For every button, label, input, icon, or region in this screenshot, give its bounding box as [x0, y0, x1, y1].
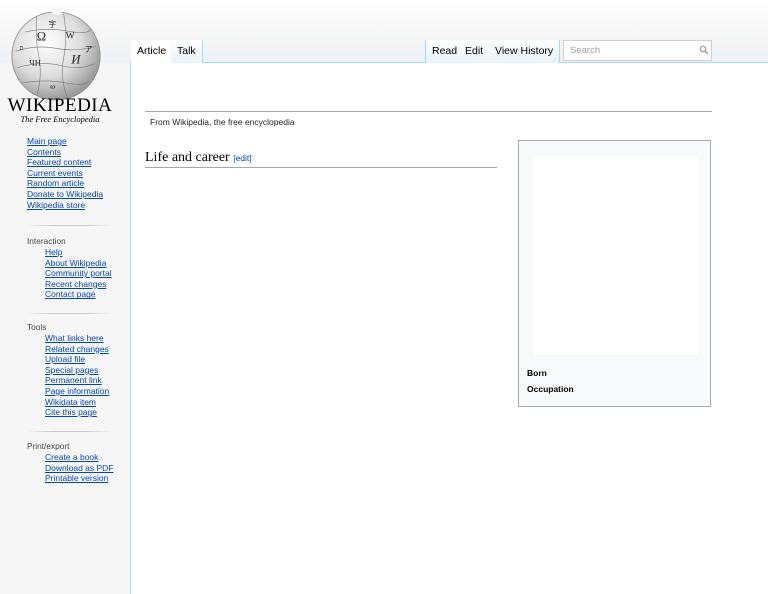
sidebar-interaction-nav: Interaction Help About Wikipedia Communi…: [0, 236, 130, 300]
section-heading-text: Life and career: [145, 150, 230, 165]
title-divider: [145, 111, 712, 112]
search-box: [563, 40, 712, 61]
infobox-born-label: Born: [527, 368, 547, 378]
svg-text:ω: ω: [50, 82, 55, 91]
sidebar-item-wikidata-item[interactable]: Wikidata item: [45, 397, 130, 408]
logo-tagline: The Free Encyclopedia: [20, 114, 100, 124]
section-edit-link[interactable]: [edit]: [233, 153, 251, 163]
sidebar-item-help[interactable]: Help: [45, 247, 130, 258]
sidebar-divider: [27, 313, 112, 314]
sidebar-tools-nav: Tools What links here Related changes Up…: [0, 322, 130, 418]
svg-text:ת: ת: [20, 45, 24, 52]
sidebar-item-permanent-link[interactable]: Permanent link: [45, 375, 130, 386]
sidebar-divider: [27, 431, 112, 432]
puzzle-globe-icon: Ω W И ЧН 字 ア ת ω: [11, 8, 101, 101]
sidebar-item-contact-page[interactable]: Contact page: [45, 289, 130, 300]
sidebar-item-main-page[interactable]: Main page: [27, 136, 130, 147]
site-subtitle: From Wikipedia, the free encyclopedia: [150, 117, 295, 127]
sidebar-item-random-article[interactable]: Random article: [27, 178, 130, 189]
tab-article[interactable]: Article: [131, 40, 174, 63]
sidebar-item-current-events[interactable]: Current events: [27, 168, 130, 179]
svg-text:ЧН: ЧН: [29, 58, 41, 68]
sidebar-item-community-portal[interactable]: Community portal: [45, 268, 130, 279]
svg-text:Ω: Ω: [37, 30, 46, 44]
infobox-image[interactable]: [533, 156, 698, 355]
sidebar-item-related-changes[interactable]: Related changes: [45, 344, 130, 355]
svg-text:ア: ア: [85, 45, 93, 54]
sidebar-main-nav: Main page Contents Featured content Curr…: [0, 136, 130, 210]
sidebar-item-create-book[interactable]: Create a book: [45, 452, 130, 463]
sidebar-item-store[interactable]: Wikipedia store: [27, 200, 130, 211]
search-input[interactable]: [564, 41, 695, 60]
wikipedia-logo[interactable]: Ω W И ЧН 字 ア ת ω WIKIPEDIA The Free Ency…: [0, 0, 130, 125]
sidebar-item-about[interactable]: About Wikipedia: [45, 258, 130, 269]
sidebar-item-cite-this-page[interactable]: Cite this page: [45, 407, 130, 418]
svg-text:W: W: [66, 31, 76, 42]
logo-wordmark: WIKIPEDIA: [7, 95, 113, 116]
search-icon[interactable]: [699, 45, 709, 55]
sidebar-item-recent-changes[interactable]: Recent changes: [45, 279, 130, 290]
svg-text:И: И: [70, 53, 81, 67]
sidebar-heading-interaction: Interaction: [27, 236, 66, 246]
sidebar-item-printable-version[interactable]: Printable version: [45, 473, 130, 484]
tab-edit[interactable]: Edit: [459, 40, 491, 63]
sidebar-heading-tools: Tools: [27, 322, 47, 332]
section-heading: Life and career [edit]: [145, 151, 497, 168]
sidebar-heading-print-export: Print/export: [27, 441, 70, 451]
sidebar-item-page-information[interactable]: Page information: [45, 386, 130, 397]
sidebar-print-nav: Print/export Create a book Download as P…: [0, 441, 130, 484]
sidebar-item-contents[interactable]: Contents: [27, 147, 130, 158]
sidebar-item-upload-file[interactable]: Upload file: [45, 354, 130, 365]
tab-talk[interactable]: Talk: [171, 40, 203, 63]
svg-text:字: 字: [48, 19, 56, 29]
sidebar-item-download-pdf[interactable]: Download as PDF: [45, 463, 130, 474]
tab-view-history[interactable]: View History: [489, 40, 561, 63]
sidebar-item-special-pages[interactable]: Special pages: [45, 365, 130, 376]
sidebar-item-featured-content[interactable]: Featured content: [27, 157, 130, 168]
sidebar-item-what-links-here[interactable]: What links here: [45, 333, 130, 344]
infobox-occupation-label: Occupation: [527, 384, 574, 394]
sidebar-item-donate[interactable]: Donate to Wikipedia: [27, 189, 130, 200]
sidebar-divider: [27, 225, 112, 226]
infobox: Born Occupation: [518, 140, 711, 407]
